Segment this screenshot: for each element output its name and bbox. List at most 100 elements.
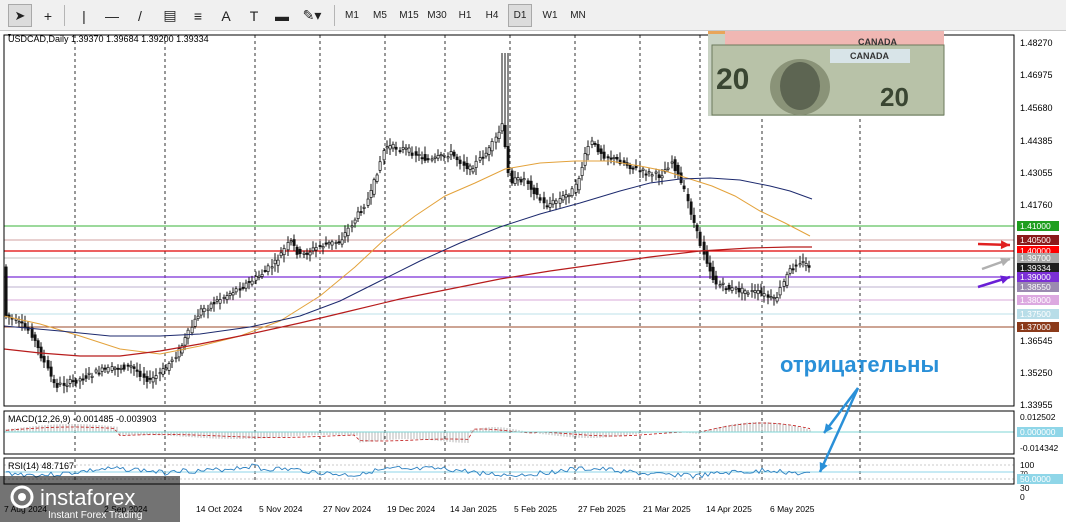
banknote-text: 20 (716, 63, 749, 96)
trendline-icon[interactable]: / (128, 4, 152, 27)
text-icon[interactable]: A (214, 4, 238, 27)
date-tick: 21 Mar 2025 (643, 504, 691, 514)
candle-body (650, 174, 654, 177)
date-tick: 14 Jan 2025 (450, 504, 497, 514)
candle-body (526, 180, 530, 185)
candle-body (222, 297, 226, 299)
timeframe-w1[interactable]: W1 (538, 4, 562, 27)
candle-body (516, 177, 520, 181)
candle-body (65, 384, 69, 387)
candle-body (388, 145, 392, 150)
candle-body (676, 164, 680, 175)
candle-body (215, 299, 219, 302)
candle-body (113, 367, 117, 370)
candle-body (737, 288, 741, 293)
candle-body (548, 203, 552, 208)
candle-body (628, 164, 632, 169)
timeframe-m1[interactable]: M1 (340, 4, 364, 27)
candle-body (721, 282, 725, 285)
candle-body (327, 242, 331, 245)
candle-body (334, 242, 338, 244)
candle-body (586, 146, 590, 156)
candle-body (199, 308, 203, 316)
channel-icon[interactable]: ▤ (158, 4, 182, 27)
candle-body (468, 165, 472, 170)
annotation-text: отрицательны (780, 352, 939, 377)
date-tick: 14 Apr 2025 (706, 504, 752, 514)
rectangle-icon[interactable]: ▬ (270, 4, 294, 27)
vertical-line-icon[interactable]: | (72, 4, 96, 27)
candle-body (622, 160, 626, 164)
candle-body (708, 262, 712, 272)
candle-body (484, 152, 488, 157)
price-tick: 1.43055 (1020, 168, 1053, 178)
level-tag-label: 1.40500 (1020, 235, 1051, 245)
candle-body (782, 281, 786, 287)
candle-body (142, 373, 146, 378)
candle-body (174, 356, 178, 359)
candle-body (375, 174, 379, 182)
date-tick: 27 Nov 2024 (323, 504, 371, 514)
candle-body (62, 382, 66, 386)
candle-body (372, 179, 376, 195)
ma-200-line (4, 246, 812, 357)
shapes-menu-icon[interactable]: ✎▾ (300, 4, 324, 27)
candle-body (20, 321, 24, 324)
candle-body (772, 297, 776, 300)
candle-body (599, 148, 603, 154)
price-tick: 1.41760 (1020, 200, 1053, 210)
candle-body (759, 290, 763, 294)
candle-body (439, 154, 443, 157)
candle-body (97, 372, 101, 375)
candle-body (564, 194, 568, 198)
level-tag-label: 1.39000 (1020, 272, 1051, 282)
price-tick: 1.36545 (1020, 336, 1053, 346)
candle-body (138, 370, 142, 377)
candle-body (583, 153, 587, 166)
candle-body (257, 275, 261, 278)
timeframe-m15[interactable]: M15 (396, 4, 422, 27)
candle-body (692, 214, 696, 223)
timeframe-m30[interactable]: M30 (424, 4, 450, 27)
timeframe-h4[interactable]: H4 (480, 4, 504, 27)
candle-body (289, 240, 293, 243)
timeframe-h1[interactable]: H1 (454, 4, 476, 27)
candle-body (90, 375, 94, 378)
price-tick: 1.48270 (1020, 38, 1053, 48)
candle-body (497, 131, 501, 139)
candle-body (542, 197, 546, 204)
crosshair-icon[interactable]: + (36, 4, 60, 27)
portrait (780, 62, 820, 110)
candle-body (260, 274, 264, 277)
candle-body (686, 194, 690, 202)
candle-body (606, 156, 610, 159)
timeframe-mn[interactable]: MN (566, 4, 590, 27)
candle-body (78, 378, 82, 382)
candle-body (762, 293, 766, 297)
candle-body (87, 372, 91, 375)
candle-body (398, 150, 402, 153)
banknote-text: 20 (880, 82, 909, 112)
fibonacci-icon[interactable]: ≡ (186, 4, 210, 27)
candle-body (407, 147, 411, 153)
candle-body (71, 380, 75, 383)
cursor-icon[interactable]: ➤ (8, 4, 32, 27)
candle-body (46, 360, 50, 369)
candle-body (282, 248, 286, 256)
timeframe-m5[interactable]: M5 (368, 4, 392, 27)
candle-body (442, 154, 446, 157)
timeframe-d1[interactable]: D1 (508, 4, 532, 27)
candle-body (574, 183, 578, 193)
candle-body (145, 376, 149, 382)
horizontal-line-icon[interactable]: — (100, 4, 124, 27)
price-axis: 1.48270 1.46975 1.45680 1.44385 1.43055 1.417… (1017, 38, 1063, 502)
candle-body (567, 195, 571, 198)
chart-area[interactable]: 1.48270 1.46975 1.45680 1.44385 1.43055 1.417… (0, 31, 1066, 522)
instaforex-logo-icon (18, 493, 26, 501)
candle-body (359, 211, 363, 213)
candle-body (609, 157, 613, 160)
candle-body (545, 205, 549, 208)
candle-body (510, 170, 514, 184)
candle-body (318, 245, 322, 247)
text-label-icon[interactable]: T (242, 4, 266, 27)
